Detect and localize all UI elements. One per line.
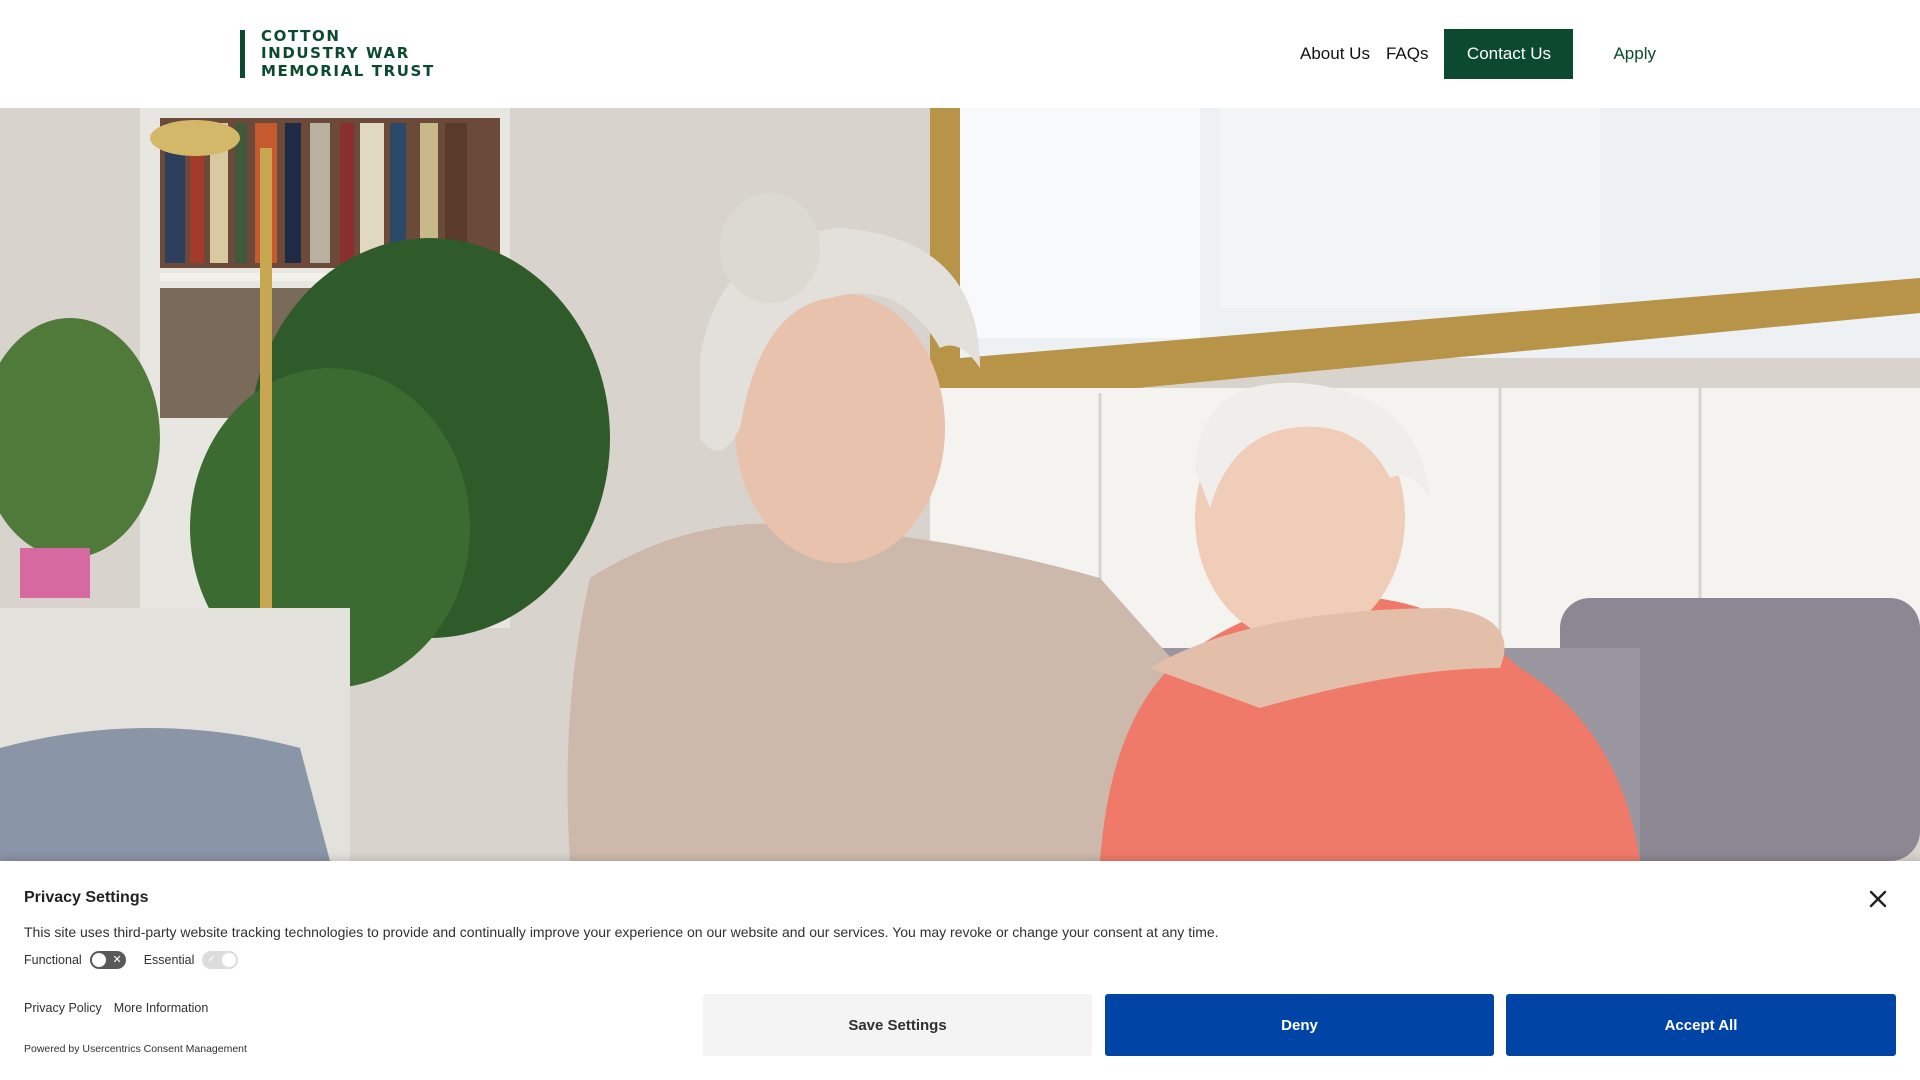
nav-about-us[interactable]: About Us [1300,44,1370,64]
logo-line-3: MEMORIAL TRUST [261,61,435,80]
nav-apply[interactable]: Apply [1613,44,1656,64]
consent-links: Privacy Policy More Information [24,1001,220,1015]
logo-bar [240,30,245,78]
essential-toggle: ✓ [202,951,239,969]
toggle-knob [222,953,237,967]
consent-toggles: Functional ✕ Essential ✓ [24,951,256,969]
main-nav: About Us FAQs Contact Us Apply [1300,29,1656,79]
privacy-policy-link[interactable]: Privacy Policy [24,1001,102,1015]
toggle-knob [91,953,106,967]
deny-button[interactable]: Deny [1105,994,1494,1056]
logo-line-2: INDUSTRY WAR [261,44,410,63]
toggle-label-functional: Functional [24,953,82,967]
toggle-check-icon: ✓ [207,954,216,965]
consent-title: Privacy Settings [24,889,149,906]
accept-all-button[interactable]: Accept All [1506,994,1896,1056]
hero-photo [0,108,1920,861]
site-logo[interactable]: COTTON INDUSTRY WAR MEMORIAL TRUST [240,26,435,80]
close-icon-svg [1869,890,1887,908]
close-icon[interactable] [1866,887,1890,911]
save-settings-button[interactable]: Save Settings [703,994,1092,1056]
toggle-label-essential: Essential [143,953,195,967]
site-header: COTTON INDUSTRY WAR MEMORIAL TRUST About… [0,0,1920,108]
nav-faqs[interactable]: FAQs [1386,44,1429,64]
hero-illustration [0,108,1920,861]
nav-contact-us-button[interactable]: Contact Us [1444,29,1574,79]
logo-line-1: COTTON [261,26,341,45]
consent-description: This site uses third-party website track… [24,924,1219,940]
consent-banner: Privacy Settings This site uses third-pa… [0,861,1920,1080]
more-information-link[interactable]: More Information [114,1001,208,1015]
powered-by-text[interactable]: Powered by Usercentrics Consent Manageme… [24,1043,247,1055]
logo-text: COTTON INDUSTRY WAR MEMORIAL TRUST [261,26,435,80]
functional-toggle[interactable]: ✕ [89,951,126,969]
toggle-off-icon: ✕ [112,954,122,966]
